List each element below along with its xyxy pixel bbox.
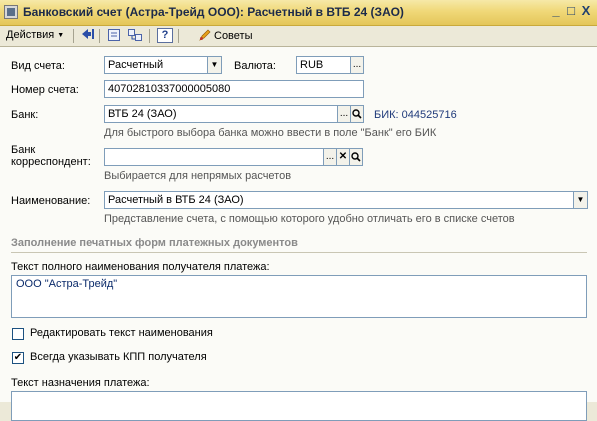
bank-select-button[interactable]: ... bbox=[337, 105, 351, 123]
corr-bank-select-button[interactable]: ... bbox=[323, 148, 337, 166]
currency-label: Валюта: bbox=[234, 60, 276, 72]
chevron-down-icon: ▼ bbox=[57, 32, 65, 39]
corr-bank-clear-button[interactable]: ✕ bbox=[336, 148, 350, 166]
maximize-button[interactable]: □ bbox=[563, 4, 579, 20]
structure-icon[interactable] bbox=[127, 28, 143, 43]
corr-bank-label-line1: Банк bbox=[11, 144, 36, 156]
minimize-button[interactable]: _ bbox=[548, 4, 564, 20]
search-icon bbox=[352, 109, 362, 119]
bank-field[interactable]: ВТБ 24 (ЗАО) bbox=[104, 105, 338, 123]
account-type-select[interactable]: Расчетный bbox=[104, 56, 208, 74]
toolbar-separator bbox=[149, 29, 150, 43]
name-field[interactable]: Расчетный в ВТБ 24 (ЗАО) bbox=[104, 191, 574, 209]
window-title: Банковский счет (Астра-Трейд ООО): Расче… bbox=[23, 5, 404, 19]
bank-hint: Для быстрого выбора банка можно ввести в… bbox=[104, 127, 437, 139]
window-icon bbox=[4, 5, 18, 19]
corr-bank-search-button[interactable] bbox=[349, 148, 363, 166]
close-button[interactable]: X bbox=[578, 4, 594, 20]
bik-text: БИК: 044525716 bbox=[374, 109, 457, 121]
tips-button[interactable]: Советы bbox=[199, 29, 252, 42]
payment-purpose-area[interactable] bbox=[11, 391, 587, 421]
account-type-dropdown-button[interactable]: ▼ bbox=[207, 56, 222, 74]
account-number-field[interactable]: 40702810337000005080 bbox=[104, 80, 364, 98]
toolbar-separator bbox=[99, 29, 100, 43]
account-type-label: Вид счета: bbox=[11, 60, 65, 72]
toolbar-separator bbox=[73, 29, 74, 43]
tips-label: Советы bbox=[214, 30, 253, 42]
recipient-text-label: Текст полного наименования получателя пл… bbox=[11, 261, 270, 273]
document-icon[interactable] bbox=[106, 28, 122, 43]
recipient-text-area[interactable]: ООО "Астра-Трейд" bbox=[11, 275, 587, 318]
corr-bank-field[interactable] bbox=[104, 148, 324, 166]
bank-search-button[interactable] bbox=[350, 105, 364, 123]
search-icon bbox=[351, 152, 361, 162]
form-area: Вид счета: Расчетный ▼ Валюта: RUB ... Н… bbox=[0, 47, 597, 421]
always-kpp-checkbox-label: Всегда указывать КПП получателя bbox=[30, 351, 207, 363]
edit-name-checkbox[interactable] bbox=[12, 328, 24, 340]
name-dropdown-button[interactable]: ▼ bbox=[573, 191, 588, 209]
help-button[interactable]: ? bbox=[157, 28, 173, 43]
corr-bank-label-line2: корреспондент: bbox=[11, 156, 91, 168]
corr-bank-hint: Выбирается для непрямых расчетов bbox=[104, 170, 292, 182]
currency-select-button[interactable]: ... bbox=[350, 56, 364, 74]
actions-menu[interactable]: Действия ▼ bbox=[6, 29, 64, 41]
title-bar: Банковский счет (Астра-Трейд ООО): Расче… bbox=[0, 0, 597, 26]
toolbar: Действия ▼ ? Советы bbox=[0, 26, 597, 47]
bank-label: Банк: bbox=[11, 109, 39, 121]
always-kpp-checkbox[interactable]: ✔ bbox=[12, 352, 24, 364]
name-label: Наименование: bbox=[11, 195, 91, 207]
print-forms-section-title: Заполнение печатных форм платежных докум… bbox=[11, 237, 298, 249]
edit-name-checkbox-label: Редактировать текст наименования bbox=[30, 327, 213, 339]
account-number-label: Номер счета: bbox=[11, 84, 79, 96]
back-arrow-icon[interactable] bbox=[80, 28, 96, 43]
name-hint: Представление счета, с помощью которого … bbox=[104, 213, 515, 225]
actions-label: Действия bbox=[6, 29, 55, 41]
payment-purpose-label: Текст назначения платежа: bbox=[11, 377, 150, 389]
section-divider bbox=[11, 252, 587, 253]
toolbar-separator bbox=[178, 29, 179, 43]
currency-field[interactable]: RUB bbox=[296, 56, 351, 74]
tips-icon bbox=[199, 29, 211, 41]
